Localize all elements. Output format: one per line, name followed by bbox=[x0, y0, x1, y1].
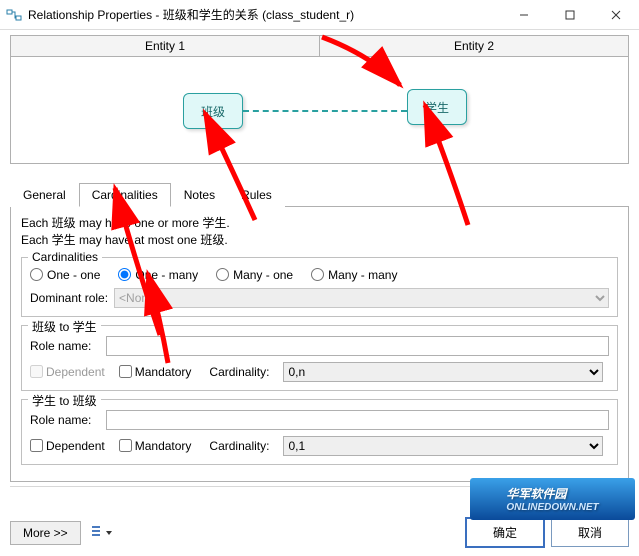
cancel-button[interactable]: 取消 bbox=[551, 518, 629, 547]
watermark-bottom: ONLINEDOWN.NET bbox=[506, 502, 598, 513]
radio-one-many[interactable]: One - many bbox=[118, 268, 198, 282]
tab-rules[interactable]: Rules bbox=[228, 183, 285, 207]
bottom-bar: More >> 确定 取消 bbox=[10, 517, 629, 548]
rel2-cardinality-label: Cardinality: bbox=[209, 439, 269, 453]
maximize-button[interactable] bbox=[547, 0, 593, 30]
radio-many-many[interactable]: Many - many bbox=[311, 268, 397, 282]
rel1-dependent: Dependent bbox=[30, 365, 105, 379]
radio-one-one[interactable]: One - one bbox=[30, 268, 100, 282]
rel1-cardinality-select[interactable]: 0,n bbox=[283, 362, 603, 382]
rel1-title: 班级 to 学生 bbox=[28, 318, 101, 335]
titlebar: Relationship Properties - 班级和学生的关系 (clas… bbox=[0, 0, 639, 30]
watermark: 华军软件园 ONLINEDOWN.NET bbox=[470, 478, 635, 520]
description-line2: Each 学生 may have at most one 班级. bbox=[21, 232, 618, 249]
rel2-cardinality-select[interactable]: 0,1 bbox=[283, 436, 603, 456]
close-button[interactable] bbox=[593, 0, 639, 30]
tab-cardinalities[interactable]: Cardinalities bbox=[79, 183, 171, 207]
rel2-rolename-input[interactable] bbox=[106, 410, 609, 430]
entity2-box[interactable]: 学生 bbox=[407, 89, 467, 125]
window-title: Relationship Properties - 班级和学生的关系 (clas… bbox=[28, 6, 501, 23]
rel2-dependent-checkbox[interactable] bbox=[30, 439, 43, 452]
radio-one-one-input[interactable] bbox=[30, 268, 43, 281]
tab-general[interactable]: General bbox=[10, 183, 79, 207]
ok-button[interactable]: 确定 bbox=[465, 517, 545, 548]
tab-notes[interactable]: Notes bbox=[171, 183, 228, 207]
relationship-description: Each 班级 may have one or more 学生. Each 学生… bbox=[21, 215, 618, 249]
more-button[interactable]: More >> bbox=[10, 521, 81, 545]
radio-many-many-input[interactable] bbox=[311, 268, 324, 281]
entity1-label: 班级 bbox=[201, 103, 225, 120]
cardinalities-group-title: Cardinalities bbox=[28, 250, 102, 264]
rel1-rolename-label: Role name: bbox=[30, 339, 100, 353]
entity1-header: Entity 1 bbox=[11, 36, 320, 56]
entity2-header: Entity 2 bbox=[320, 36, 628, 56]
cardinalities-panel: Each 班级 may have one or more 学生. Each 学生… bbox=[10, 207, 629, 482]
radio-one-many-input[interactable] bbox=[118, 268, 131, 281]
description-line1: Each 班级 may have one or more 学生. bbox=[21, 215, 618, 232]
rel1-rolename-input[interactable] bbox=[106, 336, 609, 356]
rel2-title: 学生 to 班级 bbox=[28, 392, 101, 409]
rel2-group: 学生 to 班级 Role name: Dependent Mandatory … bbox=[21, 399, 618, 465]
entity1-box[interactable]: 班级 bbox=[183, 93, 243, 129]
rel2-mandatory[interactable]: Mandatory bbox=[119, 439, 192, 453]
rel2-mandatory-checkbox[interactable] bbox=[119, 439, 132, 452]
tabs: General Cardinalities Notes Rules bbox=[10, 182, 629, 207]
entities-header: Entity 1 Entity 2 bbox=[10, 35, 629, 56]
dropdown-arrow-icon bbox=[105, 526, 113, 540]
radio-many-one[interactable]: Many - one bbox=[216, 268, 293, 282]
entity2-label: 学生 bbox=[425, 99, 449, 116]
menu-icon-button[interactable] bbox=[87, 522, 117, 543]
dominant-role-select: <None> bbox=[114, 288, 609, 308]
rel1-dependent-checkbox bbox=[30, 365, 43, 378]
minimize-button[interactable] bbox=[501, 0, 547, 30]
dominant-role-label: Dominant role: bbox=[30, 291, 108, 305]
relationship-diagram: 班级 学生 bbox=[10, 56, 629, 164]
radio-many-one-input[interactable] bbox=[216, 268, 229, 281]
rel2-rolename-label: Role name: bbox=[30, 413, 100, 427]
rel1-mandatory[interactable]: Mandatory bbox=[119, 365, 192, 379]
cardinalities-group: Cardinalities One - one One - many Many … bbox=[21, 257, 618, 317]
rel2-dependent[interactable]: Dependent bbox=[30, 439, 105, 453]
relationship-line bbox=[243, 110, 407, 112]
rel1-cardinality-label: Cardinality: bbox=[209, 365, 269, 379]
watermark-top: 华军软件园 bbox=[506, 487, 566, 501]
relationship-icon bbox=[6, 7, 22, 23]
list-icon bbox=[91, 524, 105, 541]
rel1-mandatory-checkbox[interactable] bbox=[119, 365, 132, 378]
rel1-group: 班级 to 学生 Role name: Dependent Mandatory … bbox=[21, 325, 618, 391]
